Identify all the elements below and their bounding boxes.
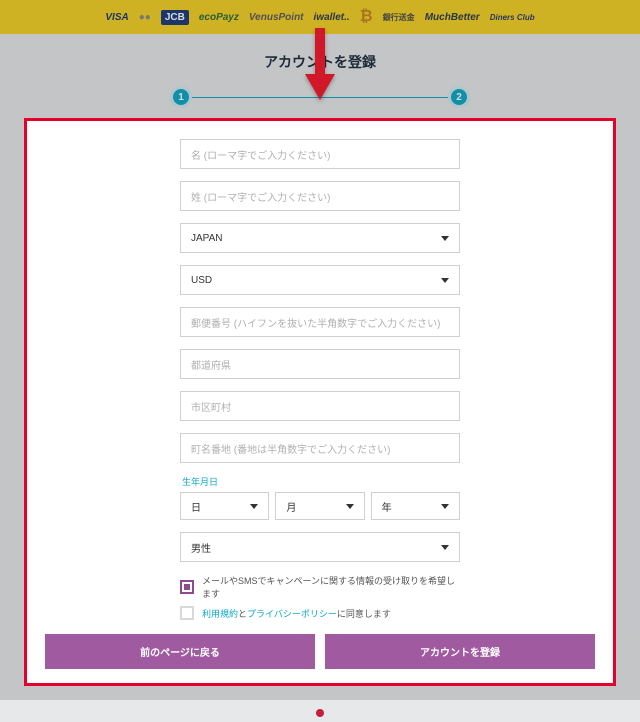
step-2: 2 (448, 86, 470, 108)
city-input[interactable]: 市区町村 (180, 391, 460, 421)
marketing-optin-checkbox[interactable] (180, 580, 194, 594)
dob-label: 生年月日 (182, 475, 460, 488)
first-name-input[interactable]: 名 (ローマ字でご入力ください) (180, 139, 460, 169)
pm-diners: Diners Club (490, 13, 535, 22)
dob-month-select[interactable]: 月 (275, 492, 364, 520)
chevron-down-icon (441, 278, 449, 283)
pm-visa: VISA (105, 12, 128, 23)
pagination-dots (0, 704, 640, 722)
privacy-link[interactable]: プライバシーポリシー (247, 609, 337, 619)
last-name-input[interactable]: 姓 (ローマ字でご入力ください) (180, 181, 460, 211)
step-1: 1 (170, 86, 192, 108)
marketing-optin-label: メールやSMSでキャンペーンに関する情報の受け取りを希望します (202, 574, 460, 600)
terms-label: 利用規約とプライバシーポリシーに同意します (202, 607, 391, 620)
chevron-down-icon (346, 504, 354, 509)
registration-form-card: 名 (ローマ字でご入力ください) 姓 (ローマ字でご入力ください) JAPAN … (24, 118, 616, 686)
postal-code-input[interactable]: 郵便番号 (ハイフンを抜いた半角数字でご入力ください) (180, 307, 460, 337)
chevron-down-icon (441, 545, 449, 550)
pm-ecopayz: ecoPayz (199, 12, 239, 23)
back-button[interactable]: 前のページに戻る (45, 634, 315, 669)
pm-jcb: JCB (161, 10, 189, 25)
pm-bank: 銀行送金 (383, 12, 415, 23)
submit-button[interactable]: アカウントを登録 (325, 634, 595, 669)
pm-bitcoin: ₿ (360, 8, 373, 26)
chevron-down-icon (250, 504, 258, 509)
pm-muchbetter: MuchBetter (425, 12, 480, 23)
dob-year-select[interactable]: 年 (371, 492, 460, 520)
street-input[interactable]: 町名番地 (番地は半角数字でご入力ください) (180, 433, 460, 463)
country-select[interactable]: JAPAN (180, 223, 460, 253)
pm-mastercard: ●● (139, 12, 151, 23)
callout-arrow-icon (303, 28, 337, 107)
pm-venuspoint: VenusPoint (249, 12, 304, 23)
chevron-down-icon (441, 236, 449, 241)
dob-day-select[interactable]: 日 (180, 492, 269, 520)
chevron-down-icon (441, 504, 449, 509)
currency-select[interactable]: USD (180, 265, 460, 295)
prefecture-input[interactable]: 都道府県 (180, 349, 460, 379)
terms-link[interactable]: 利用規約 (202, 609, 238, 619)
terms-checkbox[interactable] (180, 606, 194, 620)
pm-iwallet: iwallet.. (314, 12, 350, 23)
dot-active (316, 709, 324, 717)
gender-select[interactable]: 男性 (180, 532, 460, 562)
